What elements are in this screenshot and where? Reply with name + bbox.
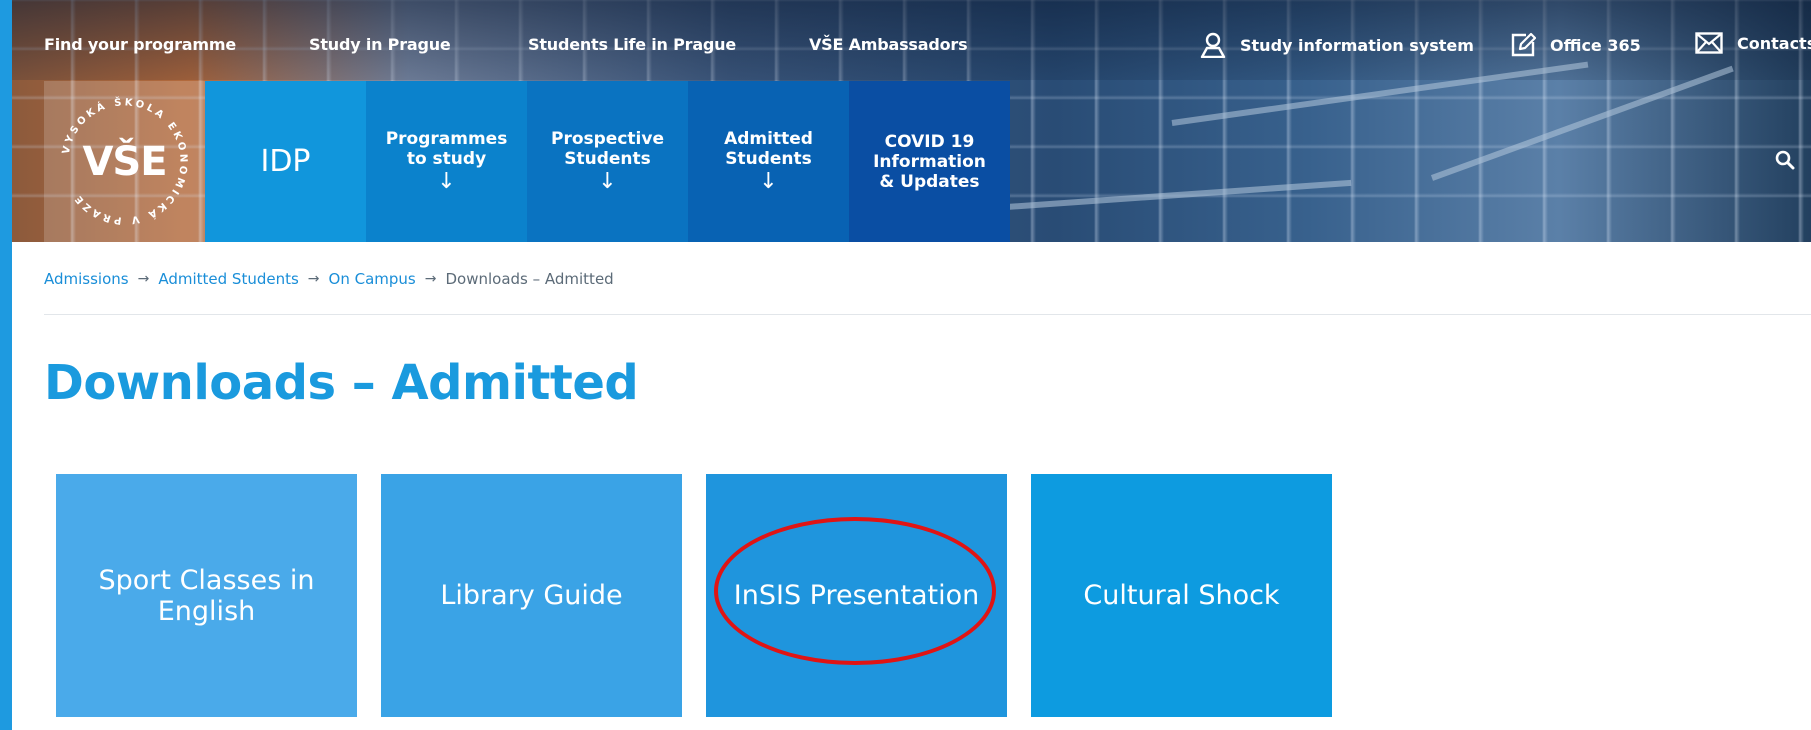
download-tile-cultural-shock[interactable]: Cultural Shock [1031,474,1332,717]
nav-programmes-line1: Programmes [385,128,508,149]
breadcrumb-current: Downloads – Admitted [445,270,614,288]
breadcrumb-arrow-icon: → [307,271,320,287]
download-tile-sport-classes[interactable]: Sport Classes in English [56,474,357,717]
contacts-link[interactable]: Contacts [1695,32,1811,54]
nav-admitted-line1: Admitted [724,128,813,149]
office-365-link[interactable]: Office 365 [1510,32,1641,58]
edit-icon [1511,32,1536,57]
nav-prospective[interactable]: Prospective Students ↓ [527,81,688,242]
download-tile-library-guide[interactable]: Library Guide [381,474,682,717]
arrow-down-icon: ↓ [437,168,456,194]
topnav-students-life[interactable]: Students Life in Prague [528,35,736,54]
page-title: Downloads – Admitted [44,355,639,411]
breadcrumb-arrow-icon: → [137,271,150,287]
topnav-ambassadors[interactable]: VŠE Ambassadors [809,35,968,54]
breadcrumb-admissions[interactable]: Admissions [44,270,129,288]
nav-prospective-line2: Students [564,148,651,169]
search-button[interactable] [1775,150,1795,174]
contacts-label: Contacts [1737,33,1811,53]
download-tile-label: Cultural Shock [1083,580,1280,611]
download-tile-label: Library Guide [440,580,623,611]
breadcrumb-divider [44,314,1811,315]
logo-wordmark: VŠE [82,138,167,185]
download-tile-insis-presentation[interactable]: InSIS Presentation [706,474,1007,717]
roof-beam [991,179,1352,211]
topnav-study-in-prague[interactable]: Study in Prague [309,35,451,54]
arrow-down-icon: ↓ [759,168,778,194]
nav-programmes[interactable]: Programmes to study ↓ [366,81,527,242]
page: Find your programme Study in Prague Stud… [12,0,1811,730]
nav-idp-label: IDP [260,143,311,179]
study-system-label: Study information system [1240,35,1474,55]
search-icon [1775,150,1795,170]
topnav-find-programme[interactable]: Find your programme [44,35,236,54]
download-tile-label: InSIS Presentation [733,580,980,611]
nav-programmes-line2: to study [406,148,487,169]
nav-admitted-line2: Students [725,148,812,169]
arrow-down-icon: ↓ [598,168,617,194]
vse-logo[interactable]: VYSOKÁ ŠKOLA EKONOMICKÁ V PRAZE VŠE [44,81,205,242]
breadcrumb-on-campus[interactable]: On Campus [329,270,416,288]
study-system-link[interactable]: Study information system [1200,32,1474,58]
header-hero: Find your programme Study in Prague Stud… [12,0,1811,242]
user-icon [1200,32,1226,58]
nav-covid[interactable]: COVID 19 Information & Updates [849,81,1010,242]
breadcrumb-admitted-students[interactable]: Admitted Students [158,270,298,288]
download-tile-label: Sport Classes in English [98,564,315,627]
breadcrumb: Admissions → Admitted Students → On Camp… [44,270,614,288]
nav-covid-line2: Information [873,151,986,172]
mail-icon [1695,32,1723,54]
office-365-label: Office 365 [1550,35,1641,55]
nav-admitted[interactable]: Admitted Students ↓ [688,81,849,242]
breadcrumb-arrow-icon: → [424,271,437,287]
nav-prospective-line1: Prospective [551,128,664,149]
nav-idp-home[interactable]: IDP [205,81,366,242]
nav-covid-line1: COVID 19 [884,131,975,152]
nav-covid-line3: & Updates [879,171,980,192]
